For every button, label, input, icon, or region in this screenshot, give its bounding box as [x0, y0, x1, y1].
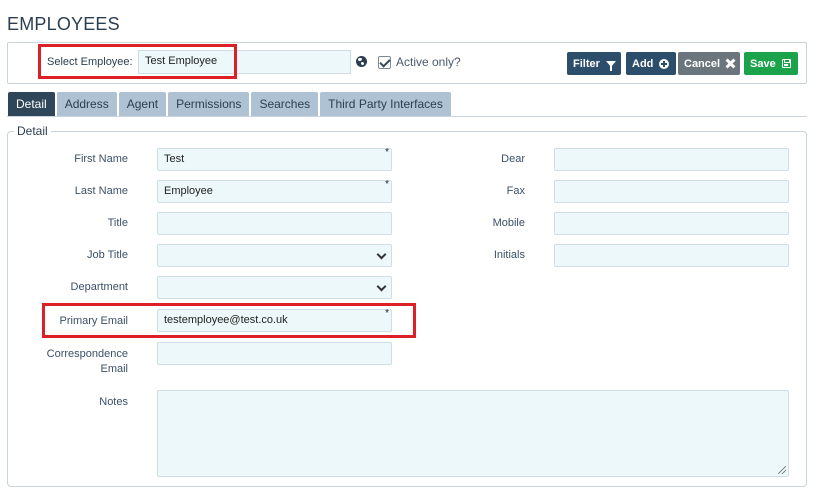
employee-toolbar: Select Employee: Test Employee Active on…	[7, 42, 807, 84]
tab-divider	[7, 116, 807, 117]
last-name-label: Last Name	[74, 185, 128, 197]
correspondence-email-label-line2: Email	[100, 363, 128, 375]
filter-button-label: Filter	[573, 57, 600, 70]
primary-email-label: Primary Email	[59, 315, 128, 327]
correspondence-email-field[interactable]	[157, 342, 392, 365]
dear-label: Dear	[501, 153, 525, 165]
tab-bar: Detail Address Agent Permissions Searche…	[8, 92, 451, 117]
funnel-icon	[605, 60, 616, 71]
notes-textarea[interactable]	[157, 390, 789, 477]
plus-circle-icon	[659, 58, 670, 69]
save-button[interactable]: Save	[744, 52, 798, 75]
primary-email-value: testemployee@test.co.uk	[164, 314, 288, 326]
dear-field[interactable]	[554, 148, 789, 171]
job-title-label: Job Title	[87, 249, 128, 261]
required-marker: *	[385, 147, 389, 158]
close-icon	[726, 59, 734, 68]
chevron-down-icon	[376, 249, 387, 260]
mobile-label: Mobile	[492, 217, 525, 229]
last-name-field[interactable]: Employee *	[157, 179, 392, 203]
active-only-label: Active only?	[396, 55, 461, 69]
first-name-label: First Name	[74, 153, 128, 165]
select-employee-input[interactable]: Test Employee	[138, 50, 351, 74]
add-button[interactable]: Add	[626, 52, 676, 75]
initials-label: Initials	[493, 249, 525, 261]
save-button-label: Save	[750, 57, 776, 70]
title-field[interactable]	[157, 212, 392, 235]
cancel-button-label: Cancel	[684, 57, 721, 70]
title-label: Title	[107, 217, 128, 229]
fax-label: Fax	[506, 185, 525, 197]
notes-label: Notes	[99, 396, 128, 408]
floppy-disk-icon	[781, 59, 791, 68]
correspondence-email-label-line1: Correspondence	[46, 348, 128, 360]
fax-field[interactable]	[554, 180, 789, 203]
first-name-value: Test	[164, 153, 185, 165]
initials-field[interactable]	[554, 244, 789, 267]
tab-detail[interactable]: Detail	[8, 92, 55, 117]
cancel-button[interactable]: Cancel	[678, 52, 740, 75]
tab-address[interactable]: Address	[56, 92, 117, 117]
chevron-down-icon	[376, 281, 387, 292]
tab-agent[interactable]: Agent	[118, 92, 167, 117]
active-only-checkbox[interactable]	[378, 56, 391, 69]
department-select[interactable]	[157, 276, 392, 299]
required-marker: *	[385, 179, 389, 190]
tab-third-party-interfaces[interactable]: Third Party Interfaces	[320, 92, 451, 117]
correspondence-email-label: Correspondence Email	[40, 347, 128, 377]
required-marker: *	[385, 308, 389, 319]
resize-grip-icon[interactable]	[778, 466, 786, 474]
department-label: Department	[70, 281, 128, 293]
tab-permissions[interactable]: Permissions	[168, 92, 250, 117]
add-button-label: Add	[632, 57, 654, 70]
detail-legend: Detail	[14, 124, 51, 138]
select-employee-label: Select Employee:	[47, 56, 133, 68]
filter-button[interactable]: Filter	[567, 52, 621, 75]
globe-icon[interactable]	[356, 56, 367, 67]
tab-searches[interactable]: Searches	[251, 92, 319, 117]
page-title: EMPLOYEES	[7, 14, 120, 34]
first-name-field[interactable]: Test *	[157, 147, 392, 171]
primary-email-field[interactable]: testemployee@test.co.uk *	[157, 308, 392, 332]
last-name-value: Employee	[164, 185, 213, 197]
mobile-field[interactable]	[554, 212, 789, 235]
job-title-select[interactable]	[157, 244, 392, 267]
